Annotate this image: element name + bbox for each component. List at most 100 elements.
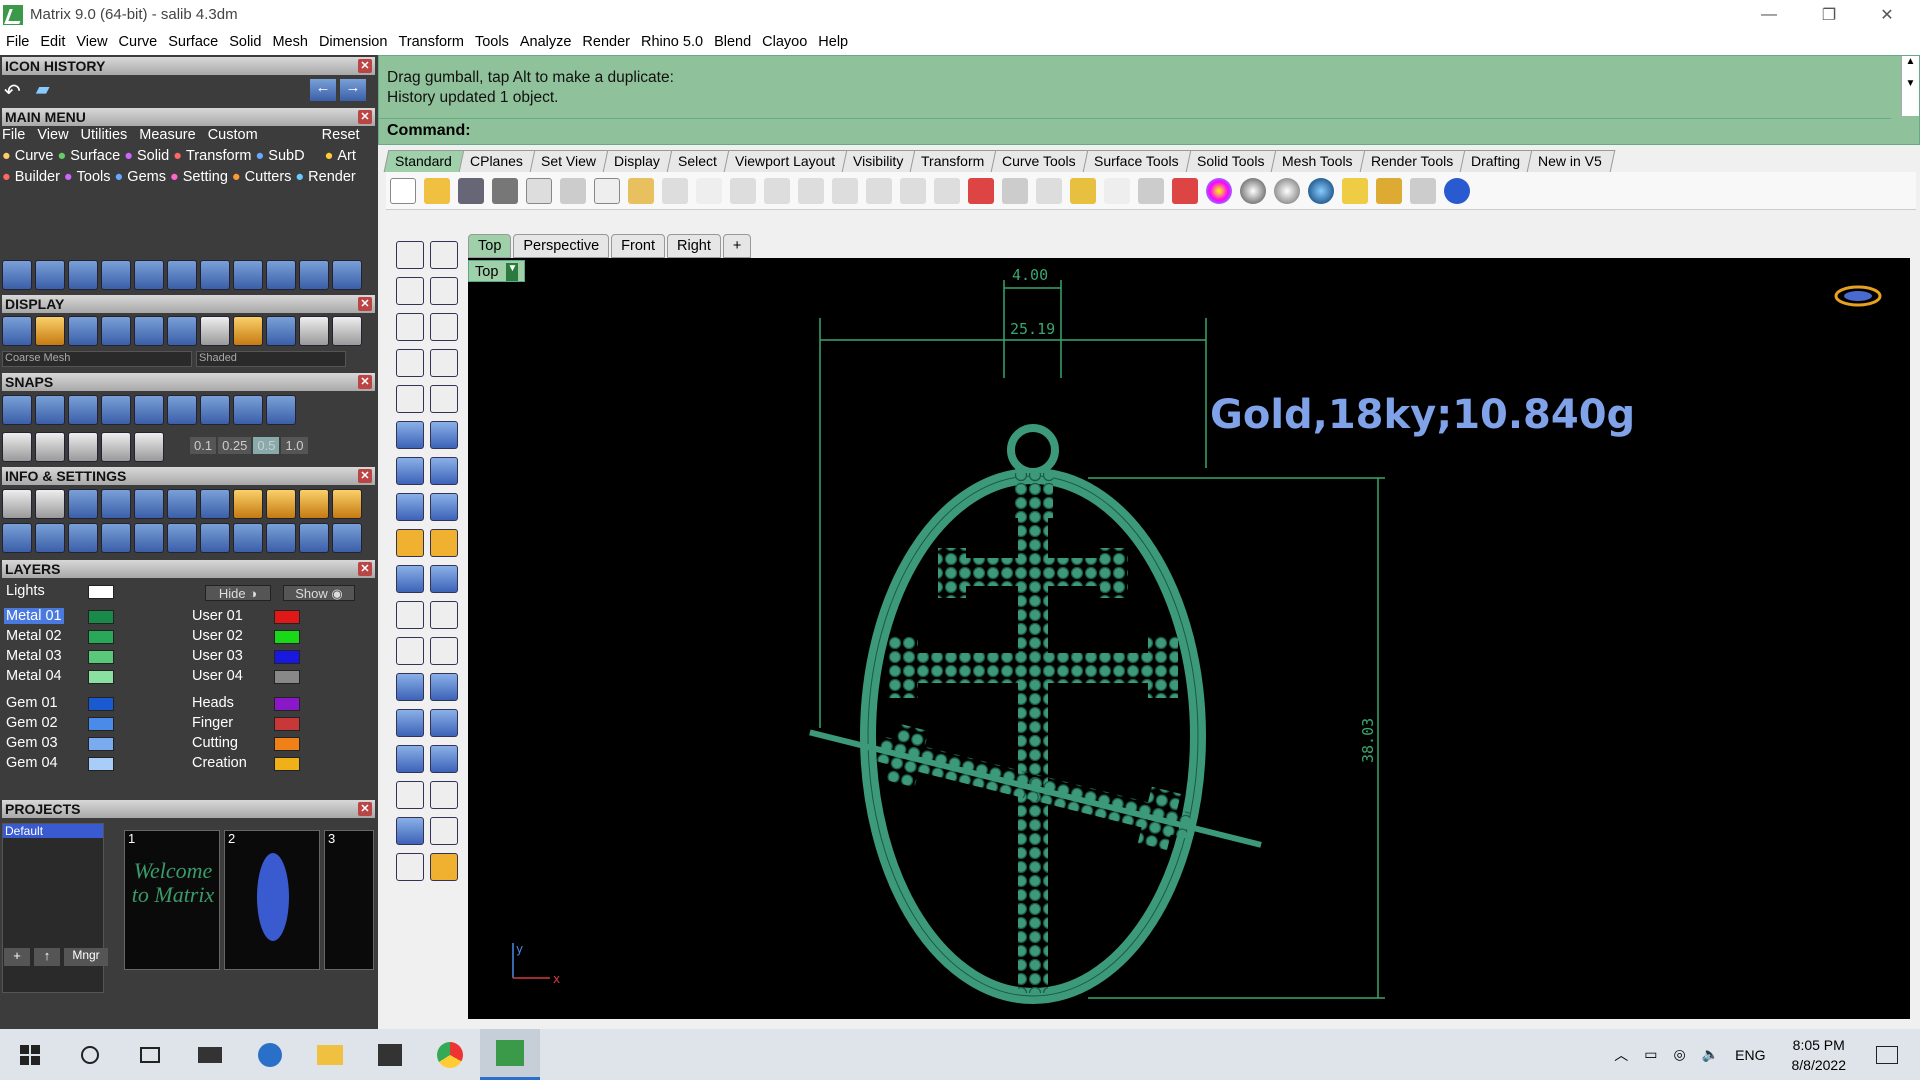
close-icon[interactable]: ✕ (358, 469, 372, 483)
close-icon[interactable]: ✕ (358, 297, 372, 311)
snap-near-icon[interactable] (35, 395, 65, 425)
layer-item[interactable]: User 03 (192, 648, 243, 664)
mm-solid[interactable]: Solid (137, 148, 169, 164)
snap-value-3[interactable]: 1.0 (281, 437, 308, 454)
task-view-icon[interactable] (120, 1029, 180, 1080)
point-icon[interactable] (430, 241, 458, 269)
layers-icon[interactable] (1172, 177, 1198, 204)
snap-int-icon[interactable] (167, 395, 197, 425)
minimize-button[interactable]: — (1740, 0, 1798, 29)
blue-sphere-icon[interactable] (266, 316, 296, 346)
page-icon[interactable] (101, 523, 131, 553)
mm-builder[interactable]: Builder (15, 169, 60, 185)
menu-render[interactable]: Render (582, 34, 630, 50)
layer-color-swatch[interactable] (274, 610, 300, 624)
trim-icon[interactable] (396, 565, 424, 593)
layer-item[interactable]: User 01 (192, 608, 243, 624)
scale-icon[interactable] (430, 673, 458, 701)
planar-icon[interactable] (68, 432, 98, 462)
menu-edit[interactable]: Edit (40, 34, 65, 50)
menu-view[interactable]: View (76, 34, 107, 50)
tab-right[interactable]: Right (667, 234, 721, 258)
solid-icon[interactable] (396, 853, 424, 881)
curve-edit-icon[interactable] (396, 637, 424, 665)
layer-item[interactable]: Cutting (192, 735, 238, 751)
layer-color-swatch[interactable] (88, 630, 114, 644)
matrix-app-icon[interactable] (480, 1029, 540, 1080)
builder-tool-icon[interactable] (2, 260, 32, 290)
menu-blend[interactable]: Blend (714, 34, 751, 50)
render-frame-icon[interactable] (332, 489, 362, 519)
hide-button[interactable]: Hide ◑ (205, 585, 271, 601)
undo-icon[interactable] (662, 177, 688, 204)
layer-color-swatch[interactable] (88, 585, 114, 599)
snap-point-icon[interactable] (68, 395, 98, 425)
layer-item[interactable]: Metal 03 (6, 648, 62, 664)
project-thumb[interactable]: 2 (224, 830, 320, 970)
bend-icon[interactable] (396, 817, 424, 845)
fillet-icon[interactable] (430, 385, 458, 413)
layout-grid-icon[interactable] (2, 523, 32, 553)
cars-icon[interactable] (68, 489, 98, 519)
mirror-icon[interactable] (266, 260, 296, 290)
text-icon[interactable] (396, 673, 424, 701)
layer-color-swatch[interactable] (88, 610, 114, 624)
main-menu-view[interactable]: View (37, 127, 68, 143)
zoom-selected-icon[interactable] (866, 177, 892, 204)
figure-icon[interactable] (299, 523, 329, 553)
zoom-extents-icon[interactable] (832, 177, 858, 204)
layer-color-swatch[interactable] (88, 650, 114, 664)
menu-help[interactable]: Help (818, 34, 848, 50)
tab-new-in-v5[interactable]: New in V5 (1526, 150, 1616, 172)
options-gear-icon[interactable] (1376, 177, 1402, 204)
mm-gems[interactable]: Gems (127, 169, 166, 185)
rectangle-icon[interactable] (430, 349, 458, 377)
main-menu-reset[interactable]: Reset (322, 127, 360, 143)
tab-render-tools[interactable]: Render Tools (1359, 150, 1467, 172)
surface-edit-icon[interactable] (430, 421, 458, 449)
menu-curve[interactable]: Curve (119, 34, 158, 50)
circle-icon[interactable] (332, 260, 362, 290)
properties-icon[interactable] (1070, 177, 1096, 204)
tab-viewport-layout[interactable]: Viewport Layout (723, 150, 849, 172)
array-tool-icon[interactable] (101, 260, 131, 290)
undo-view-icon[interactable] (900, 177, 926, 204)
snap-value-0[interactable]: 0.1 (190, 437, 217, 454)
environment-icon[interactable] (134, 316, 164, 346)
tab-visibility[interactable]: Visibility (841, 150, 917, 172)
gem-info-icon[interactable] (200, 489, 230, 519)
project-thumb[interactable]: 3 (324, 830, 374, 970)
open-folder-icon[interactable] (424, 177, 450, 204)
mesh-icon[interactable] (430, 493, 458, 521)
select-icon[interactable] (167, 523, 197, 553)
layer-item[interactable]: Metal 02 (6, 628, 62, 644)
main-menu-utilities[interactable]: Utilities (81, 127, 128, 143)
snap-cen-icon[interactable] (134, 395, 164, 425)
layer-color-swatch[interactable] (274, 630, 300, 644)
document-icon[interactable] (134, 489, 164, 519)
clock[interactable]: 8:05 PM 8/8/2022 (1792, 1035, 1847, 1075)
wireframe-icon[interactable] (2, 316, 32, 346)
layer-color-swatch[interactable] (88, 717, 114, 731)
tab-top[interactable]: Top (468, 234, 512, 258)
snap-perp-icon[interactable] (200, 395, 230, 425)
cube-icon[interactable] (68, 523, 98, 553)
viewport-layout-icon[interactable] (934, 177, 960, 204)
print-icon[interactable] (492, 177, 518, 204)
cplane-icon[interactable] (1036, 177, 1062, 204)
folder-icon[interactable]: ▰ (36, 79, 50, 104)
light-icon[interactable] (35, 316, 65, 346)
mm-subd[interactable]: SubD (268, 148, 304, 164)
tab-front[interactable]: Front (611, 234, 665, 258)
history-back-button[interactable]: ← (310, 79, 336, 101)
zoom-icon[interactable] (764, 177, 790, 204)
mm-curve[interactable]: Curve (15, 148, 54, 164)
grid-display-icon[interactable] (167, 316, 197, 346)
box-icon[interactable] (396, 457, 424, 485)
tab-standard[interactable]: Standard (383, 150, 466, 172)
curve-tool-icon[interactable] (68, 260, 98, 290)
boolean-icon[interactable] (430, 457, 458, 485)
white-sphere-icon[interactable] (332, 316, 362, 346)
move-icon[interactable] (134, 260, 164, 290)
grid-icon[interactable] (2, 432, 32, 462)
